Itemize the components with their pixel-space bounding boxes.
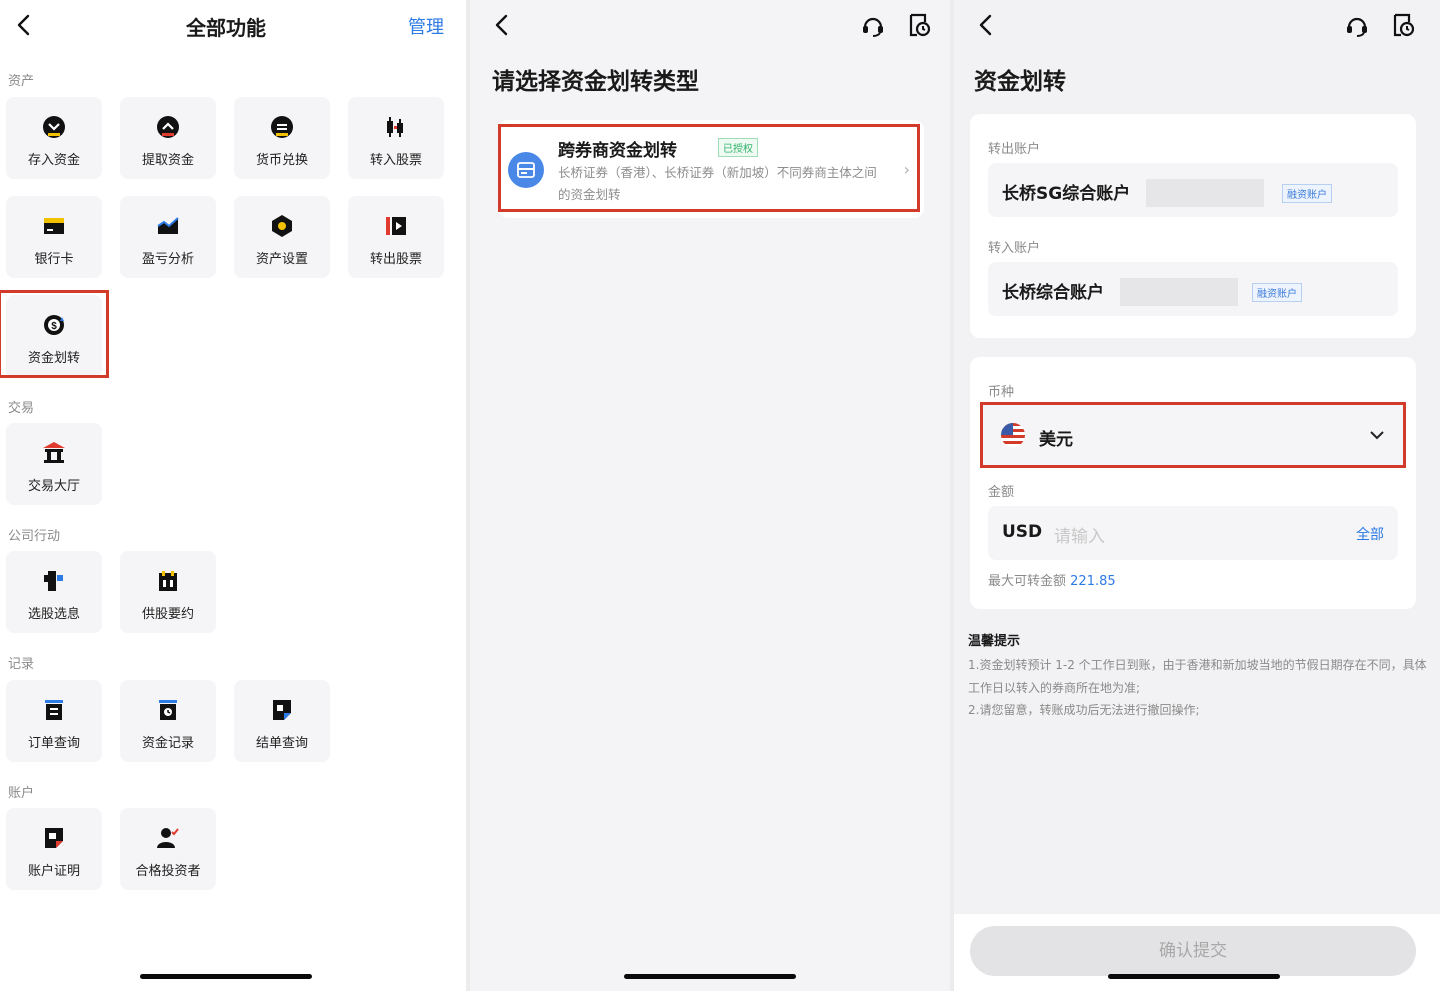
max-label: 最大可转金额 <box>988 574 1067 589</box>
manage-button[interactable]: 管理 <box>408 13 444 39</box>
chart-icon <box>156 214 180 238</box>
amount-field[interactable]: USD 请输入 全部 <box>988 506 1398 560</box>
tile-trade-hall[interactable]: 交易大厅 <box>6 423 102 505</box>
out-account-name: 长桥SG综合账户 <box>1002 184 1131 204</box>
headset-icon[interactable] <box>1344 12 1370 38</box>
back-icon[interactable] <box>974 12 1000 38</box>
tile-order-query[interactable]: 订单查询 <box>6 680 102 762</box>
bank-card-icon <box>42 214 66 238</box>
tile-qualified-investor[interactable]: 合格投资者 <box>120 808 216 890</box>
tile-currency-exchange[interactable]: 货币兑换 <box>234 97 330 179</box>
transfer-type-panel: 请选择资金划转类型 跨券商资金划转 已授权 长桥证券（香港）、长桥证券（新加坡）… <box>470 0 950 991</box>
record-icon <box>156 698 180 722</box>
home-indicator[interactable] <box>624 974 796 979</box>
tile-label: 货币兑换 <box>255 153 308 168</box>
tile-fund-records[interactable]: 资金记录 <box>120 680 216 762</box>
out-account-label: 转出账户 <box>988 142 1041 157</box>
tile-label: 盈亏分析 <box>141 252 194 267</box>
tips-title: 温馨提示 <box>968 634 1021 649</box>
stock-in-icon <box>384 115 408 139</box>
tile-account-proof[interactable]: 账户证明 <box>6 808 102 890</box>
margin-account-tag: 融资账户 <box>1282 184 1332 203</box>
in-account-field[interactable]: 长桥综合账户 融资账户 <box>988 262 1398 316</box>
tile-label: 合格投资者 <box>135 864 201 879</box>
currency-select[interactable]: 美元 <box>980 402 1406 468</box>
home-indicator[interactable] <box>140 974 312 979</box>
withdraw-icon <box>156 115 180 139</box>
tile-label: 结单查询 <box>255 736 308 751</box>
tile-tender-offer[interactable]: 供股要约 <box>120 551 216 633</box>
currency-label: 币种 <box>988 385 1015 400</box>
all-functions-panel: 全部功能 管理 资产 存入资金 提取资金 货币兑换 转入股票 银行卡 盈亏分析 … <box>0 0 466 991</box>
tile-label: 选股选息 <box>27 607 80 622</box>
in-account-label: 转入账户 <box>988 241 1041 256</box>
certificate-icon <box>42 826 66 850</box>
currency-unit: USD <box>1002 522 1043 542</box>
back-icon[interactable] <box>490 12 516 38</box>
headset-icon[interactable] <box>860 12 886 38</box>
tile-label: 转入股票 <box>369 153 422 168</box>
fund-transfer-form-panel: 资金划转 转出账户 长桥SG综合账户 融资账户 转入账户 长桥综合账户 融资账户… <box>954 0 1440 991</box>
tile-label: 转出股票 <box>369 252 422 267</box>
tip-1: 1.资金划转预计 1-2 个工作日到账，由于香港和新加坡当地的节假日期存在不同，… <box>968 658 1427 695</box>
tip-2: 2.请您留意，转账成功后无法进行撤回操作; <box>968 703 1200 717</box>
history-icon[interactable] <box>906 12 932 38</box>
max-value: 221.85 <box>1070 574 1116 589</box>
tile-bank-card[interactable]: 银行卡 <box>6 196 102 278</box>
tile-label: 资金记录 <box>141 736 194 751</box>
calendar-icon <box>156 569 180 593</box>
tile-label: 银行卡 <box>34 252 74 267</box>
tips-text: 1.资金划转预计 1-2 个工作日到账，由于香港和新加坡当地的节假日期存在不同，… <box>968 654 1428 722</box>
out-account-field[interactable]: 长桥SG综合账户 融资账户 <box>988 163 1398 217</box>
home-indicator[interactable] <box>1108 974 1280 979</box>
history-icon[interactable] <box>1390 12 1416 38</box>
tile-label: 供股要约 <box>141 607 194 622</box>
tile-label: 存入资金 <box>27 153 80 168</box>
selected-currency: 美元 <box>1039 430 1073 450</box>
tile-label: 订单查询 <box>27 736 80 751</box>
us-flag-icon <box>1001 423 1025 447</box>
tile-withdraw[interactable]: 提取资金 <box>120 97 216 179</box>
currency-exchange-icon <box>270 115 294 139</box>
tile-label: 交易大厅 <box>27 479 80 494</box>
highlight-frame <box>498 124 920 212</box>
page-title: 全部功能 <box>186 16 266 40</box>
tile-stock-options[interactable]: 选股选息 <box>6 551 102 633</box>
statement-icon <box>270 698 294 722</box>
tile-deposit[interactable]: 存入资金 <box>6 97 102 179</box>
tile-pnl-analysis[interactable]: 盈亏分析 <box>120 196 216 278</box>
section-label-assets: 资产 <box>8 74 35 89</box>
section-label-trade: 交易 <box>8 401 35 416</box>
tile-stock-out[interactable]: 转出股票 <box>348 196 444 278</box>
tile-asset-settings[interactable]: 资产设置 <box>234 196 330 278</box>
tile-label: 提取资金 <box>141 153 194 168</box>
tile-label: 账户证明 <box>27 864 80 879</box>
transfer-all-button[interactable]: 全部 <box>1356 524 1384 544</box>
investor-icon <box>156 826 180 850</box>
deposit-icon <box>42 115 66 139</box>
page-title: 资金划转 <box>974 69 1066 95</box>
masked-account-number <box>1146 179 1264 207</box>
settings-icon <box>270 214 294 238</box>
max-transferable: 最大可转金额 221.85 <box>988 570 1116 589</box>
tile-statement-query[interactable]: 结单查询 <box>234 680 330 762</box>
bank-building-icon <box>42 441 66 465</box>
section-label-account: 账户 <box>8 786 35 801</box>
amount-input[interactable]: 请输入 <box>1054 522 1105 547</box>
section-label-corporate-action: 公司行动 <box>8 529 61 544</box>
amount-label: 金额 <box>988 485 1015 500</box>
confirm-submit-button[interactable]: 确认提交 <box>970 926 1416 976</box>
highlight-frame <box>0 290 109 378</box>
masked-account-number <box>1120 278 1238 306</box>
page-title: 请选择资金划转类型 <box>492 69 699 95</box>
chevron-down-icon <box>1367 425 1387 445</box>
stock-out-icon <box>384 214 408 238</box>
tile-stock-in[interactable]: 转入股票 <box>348 97 444 179</box>
stock-option-icon <box>42 569 66 593</box>
margin-account-tag: 融资账户 <box>1252 283 1302 302</box>
tile-label: 资产设置 <box>255 252 308 267</box>
section-label-records: 记录 <box>8 657 35 672</box>
in-account-name: 长桥综合账户 <box>1002 283 1104 303</box>
order-icon <box>42 698 66 722</box>
